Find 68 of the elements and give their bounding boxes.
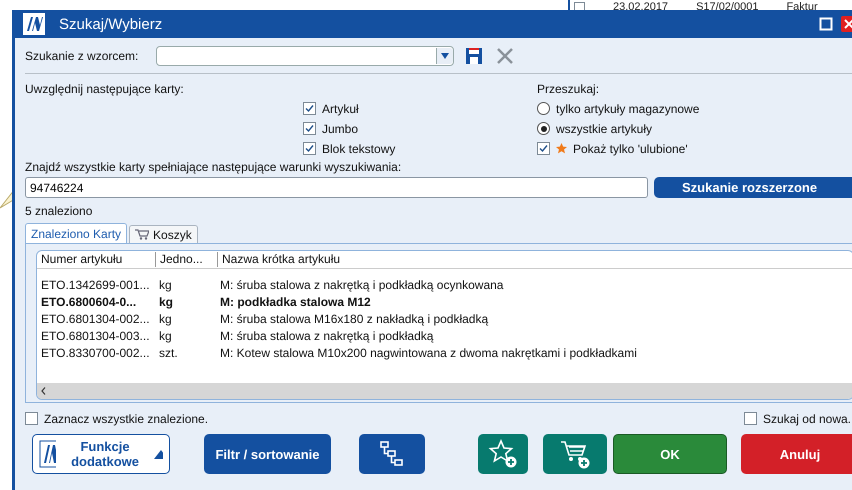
tab[interactable]: Koszyk bbox=[129, 225, 198, 243]
table-cell-text: M: śruba stalowa z nakrętką i podkładką bbox=[219, 328, 434, 342]
checkbox[interactable] bbox=[303, 102, 316, 115]
maximize-icon[interactable] bbox=[819, 17, 833, 31]
tab[interactable]: Znaleziono Karty bbox=[25, 223, 128, 243]
star-icon bbox=[556, 143, 567, 154]
caret-icon bbox=[441, 53, 450, 59]
background-table-cell: S17/02/0001 bbox=[696, 1, 758, 13]
cart-icon bbox=[135, 229, 150, 240]
cards-label: Uwzględnij następujące karty: bbox=[25, 82, 185, 96]
background-table-cell: Faktur bbox=[786, 1, 818, 13]
horizontal-scrollbar[interactable] bbox=[37, 383, 852, 399]
table-cell-text: M: śruba stalowa M16x180 z nakładką i podkładką bbox=[219, 312, 490, 326]
radio-button[interactable] bbox=[537, 122, 550, 135]
tree-button[interactable] bbox=[359, 434, 425, 474]
window-title: Szukaj/Wybierz bbox=[59, 16, 164, 32]
add-favorite-button[interactable] bbox=[478, 434, 528, 474]
checkbox-label: Jumbo bbox=[322, 122, 358, 136]
checkbox-label: Blok tekstowy bbox=[322, 142, 396, 156]
radio-label: tylko artykuły magazynowe bbox=[556, 102, 700, 116]
logo-icon bbox=[23, 13, 45, 35]
table-cell-text: ETO.1342699-001... bbox=[40, 278, 151, 292]
filter-button[interactable]: Filtr / sortowanie bbox=[204, 434, 331, 474]
column-header[interactable]: Numer artykułu bbox=[37, 252, 156, 267]
star-plus-icon bbox=[488, 439, 518, 469]
checkbox[interactable] bbox=[744, 412, 757, 425]
column-header[interactable]: Jedno... bbox=[156, 252, 218, 267]
column-header[interactable]: Nazwa krótka artykułu bbox=[218, 252, 852, 267]
tree-icon bbox=[380, 441, 404, 467]
table-cell-text: ETO.8330700-002... bbox=[40, 346, 151, 360]
query-label: Znajdź wszystkie karty spełniające następujące warunki wyszukiwania: bbox=[25, 160, 402, 174]
table-cell-text: M: podkładka stalowa M12 bbox=[219, 294, 372, 308]
cart-plus-icon bbox=[559, 439, 591, 469]
background-table-cell: 23.02.2017 bbox=[613, 1, 668, 13]
table-cell-text: M: Kotew stalowa M10x200 nagwintowana z dwoma nakrętkami i podkładkami bbox=[219, 346, 638, 360]
caret-icon bbox=[154, 450, 163, 458]
checkbox-label: Zaznacz wszystkie znalezione. bbox=[44, 412, 208, 426]
save-icon[interactable] bbox=[464, 46, 484, 66]
table-cell-text: ETO.6801304-002... bbox=[40, 312, 151, 326]
table-cell-text: ETO.6801304-003... bbox=[40, 328, 151, 342]
radio-label: wszystkie artykuły bbox=[556, 122, 652, 136]
template-label: Szukanie z wzorcem: bbox=[25, 49, 138, 63]
advanced-search-button[interactable]: Szukanie rozszerzone bbox=[654, 177, 852, 198]
checkbox[interactable] bbox=[303, 122, 316, 135]
table-cell-text: ETO.6800604-0... bbox=[40, 294, 138, 308]
cancel-button[interactable]: Anuluj bbox=[741, 434, 852, 474]
checkbox[interactable] bbox=[25, 412, 38, 425]
search-field[interactable]: 94746224 bbox=[25, 177, 648, 198]
checkbox-label: Pokaż tylko 'ulubione' bbox=[573, 142, 688, 156]
table-cell-text: M: śruba stalowa z nakrętką i podkładką ocynkowana bbox=[219, 278, 504, 292]
radio-button[interactable] bbox=[537, 102, 550, 115]
table-cell-text: kg bbox=[158, 278, 173, 292]
close-icon[interactable] bbox=[496, 47, 514, 65]
checkbox[interactable] bbox=[303, 142, 316, 155]
table-cell-text: szt. bbox=[158, 346, 179, 360]
search-in-label: Przeszukaj: bbox=[537, 82, 600, 96]
table-cell-text: kg bbox=[158, 312, 173, 326]
scroll-left-icon[interactable] bbox=[41, 387, 46, 395]
add-to-cart-button[interactable] bbox=[543, 434, 607, 474]
checkbox-label: Szukaj od nowa. bbox=[762, 412, 851, 426]
ok-button[interactable]: OK bbox=[613, 434, 727, 474]
table-cell-text: kg bbox=[158, 328, 173, 342]
result-count: 5 znaleziono bbox=[25, 204, 94, 218]
more-functions-button[interactable]: Funkcje dodatkowe bbox=[32, 434, 170, 474]
checkbox-label: Artykuł bbox=[322, 102, 359, 116]
table-cell-text: kg bbox=[158, 294, 174, 308]
checkbox[interactable] bbox=[537, 142, 550, 155]
logo-icon bbox=[39, 440, 56, 468]
